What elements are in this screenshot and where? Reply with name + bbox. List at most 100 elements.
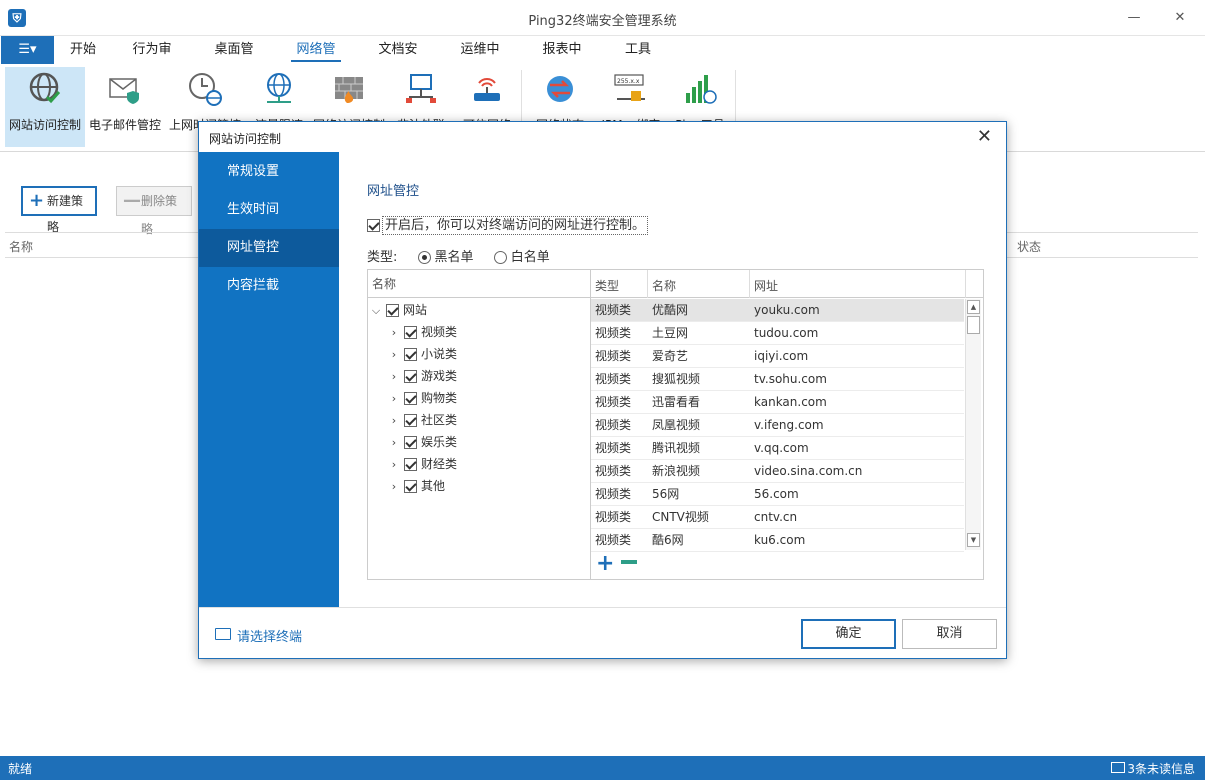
enable-label: 开启后，你可以对终端访问的网址进行控制。: [382, 216, 649, 235]
computer-network-icon: [406, 74, 436, 103]
unread-messages-link[interactable]: 3条未读信息: [1127, 760, 1195, 777]
tree-checkbox[interactable]: [404, 370, 417, 383]
add-url-icon[interactable]: +: [596, 553, 614, 575]
delete-policy-label: 删除策略: [141, 194, 178, 236]
col-status-header[interactable]: 状态: [1017, 238, 1041, 255]
file-menu-button[interactable]: ☰▾: [1, 36, 54, 64]
sidebar-item-general[interactable]: 常规设置: [199, 153, 339, 191]
table-row[interactable]: 视频类 腾讯视频 v.qq.com: [591, 437, 964, 460]
whitelist-label[interactable]: 白名单: [511, 250, 550, 265]
select-terminal-link[interactable]: 请选择终端: [215, 626, 302, 645]
tree-node-category[interactable]: › 视频类: [388, 321, 457, 343]
table-row[interactable]: 视频类 爱奇艺 iqiyi.com: [591, 345, 964, 368]
tab-ops-center[interactable]: 运维中心: [455, 36, 505, 85]
scroll-thumb[interactable]: [967, 316, 980, 334]
tree-node-category[interactable]: › 娱乐类: [388, 431, 457, 453]
col-name-header[interactable]: 名称: [652, 277, 676, 294]
tab-network-manage[interactable]: 网络管理: [291, 36, 341, 85]
sidebar-item-effective-time[interactable]: 生效时间: [199, 191, 339, 229]
table-row[interactable]: 视频类 优酷网 youku.com: [591, 299, 964, 322]
minimize-icon[interactable]: —: [1122, 8, 1146, 28]
tree-node-category[interactable]: › 购物类: [388, 387, 457, 409]
table-row[interactable]: 视频类 土豆网 tudou.com: [591, 322, 964, 345]
tree-root-website[interactable]: ⌵ 网站: [370, 299, 427, 321]
cell-type: 视频类: [595, 326, 632, 340]
tree-node-label: 小说类: [421, 347, 458, 361]
table-row[interactable]: 视频类 搜狐视频 tv.sohu.com: [591, 368, 964, 391]
tab-document-security[interactable]: 文档安全: [373, 36, 423, 85]
col-url-header[interactable]: 网址: [754, 277, 778, 294]
chevron-right-icon[interactable]: ›: [388, 322, 400, 344]
remove-url-icon[interactable]: [621, 560, 637, 564]
tab-behavior-audit[interactable]: 行为审计: [128, 36, 176, 85]
chevron-right-icon[interactable]: ›: [388, 388, 400, 410]
new-policy-button[interactable]: + 新建策略: [21, 186, 97, 234]
tab-desktop-manage[interactable]: 桌面管理: [209, 36, 259, 85]
blacklist-radio[interactable]: [417, 251, 431, 264]
tree-node-category[interactable]: › 小说类: [388, 343, 457, 365]
chevron-right-icon[interactable]: ›: [388, 476, 400, 498]
ok-button[interactable]: 确定: [801, 619, 896, 649]
chevron-down-icon[interactable]: ⌵: [370, 300, 382, 322]
tree-node-label: 视频类: [421, 325, 458, 339]
whitelist-radio[interactable]: [493, 251, 507, 264]
sidebar-item-url-control[interactable]: 网址管控: [199, 229, 339, 267]
tree-checkbox[interactable]: [404, 348, 417, 361]
tree-node-category[interactable]: › 其他: [388, 475, 445, 497]
cell-url: iqiyi.com: [754, 349, 809, 363]
enable-checkbox[interactable]: [367, 219, 380, 232]
window-title: Ping32终端安全管理系统: [528, 14, 677, 29]
tree-checkbox[interactable]: [404, 392, 417, 405]
website-access-control-button[interactable]: 网站访问控制: [5, 67, 85, 147]
table-row[interactable]: 视频类 凤凰视频 v.ifeng.com: [591, 414, 964, 437]
ipmac-lock-icon: 255.x.x: [614, 74, 645, 101]
title-bar: ⛨ Ping32终端安全管理系统 — ✕: [0, 0, 1205, 36]
col-type-header[interactable]: 类型: [595, 277, 619, 294]
cell-type: 视频类: [595, 418, 632, 432]
cell-type: 视频类: [595, 303, 632, 317]
message-icon: [1111, 762, 1125, 773]
tree-checkbox[interactable]: [404, 458, 417, 471]
close-icon[interactable]: ✕: [1168, 8, 1192, 28]
chevron-right-icon[interactable]: ›: [388, 410, 400, 432]
column-divider: [749, 270, 750, 298]
blacklist-label[interactable]: 黑名单: [435, 250, 474, 265]
sidebar-item-content-block[interactable]: 内容拦截: [199, 267, 339, 305]
email-control-button[interactable]: 电子邮件管控: [87, 67, 163, 147]
dialog-close-icon[interactable]: ✕: [977, 126, 992, 147]
tree-checkbox[interactable]: [386, 304, 399, 317]
table-row[interactable]: 视频类 56网 56.com: [591, 483, 964, 506]
tree-node-label: 游戏类: [421, 369, 458, 383]
tree-checkbox[interactable]: [404, 414, 417, 427]
col-name-header[interactable]: 名称: [9, 238, 33, 255]
chevron-right-icon[interactable]: ›: [388, 454, 400, 476]
tree-checkbox[interactable]: [404, 326, 417, 339]
email-control-label: 电子邮件管控: [88, 118, 161, 132]
table-row[interactable]: 视频类 新浪视频 video.sina.com.cn: [591, 460, 964, 483]
cell-url: cntv.cn: [754, 510, 798, 524]
tree-node-category[interactable]: › 游戏类: [388, 365, 457, 387]
tree-node-category[interactable]: › 社区类: [388, 409, 457, 431]
tree-checkbox[interactable]: [404, 480, 417, 493]
cell-name: CNTV视频: [652, 510, 709, 524]
chevron-right-icon[interactable]: ›: [388, 432, 400, 454]
scroll-up-icon[interactable]: ▲: [967, 300, 980, 314]
delete-policy-button[interactable]: — 删除策略: [116, 186, 192, 236]
tab-report-center[interactable]: 报表中心: [537, 36, 587, 85]
table-row[interactable]: 视频类 CNTV视频 cntv.cn: [591, 506, 964, 529]
section-title: 网址管控: [367, 184, 420, 199]
table-scrollbar[interactable]: ▲ ▼: [965, 299, 981, 550]
tree-node-category[interactable]: › 财经类: [388, 453, 457, 475]
cancel-button[interactable]: 取消: [902, 619, 997, 649]
table-row[interactable]: 视频类 酷6网 ku6.com: [591, 529, 964, 552]
tab-toolbox[interactable]: 工具箱: [619, 36, 657, 85]
chevron-right-icon[interactable]: ›: [388, 344, 400, 366]
enable-control-row[interactable]: 开启后，你可以对终端访问的网址进行控制。: [367, 214, 649, 235]
tree-node-label: 社区类: [421, 413, 458, 427]
chevron-right-icon[interactable]: ›: [388, 366, 400, 388]
tree-checkbox[interactable]: [404, 436, 417, 449]
scroll-down-icon[interactable]: ▼: [967, 533, 980, 547]
tab-start[interactable]: 开始: [69, 36, 97, 64]
website-access-control-dialog: 网站访问控制 ✕ 常规设置 生效时间 网址管控 内容拦截 网址管控 开启后，你可…: [198, 121, 1007, 659]
table-row[interactable]: 视频类 迅雷看看 kankan.com: [591, 391, 964, 414]
